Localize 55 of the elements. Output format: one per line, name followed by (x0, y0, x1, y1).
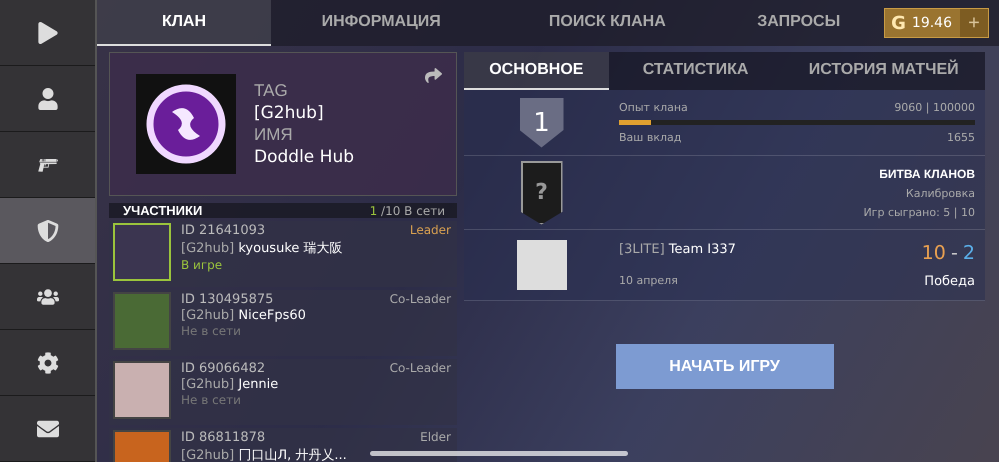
sidebar-item[interactable] (0, 330, 95, 396)
member-status: В игре (181, 258, 224, 272)
match-score: 10 - 2 (922, 242, 975, 264)
member-role: Co-Leader (390, 361, 451, 376)
tab[interactable]: КЛАН (97, 0, 271, 46)
xp-label: Опыт клана (619, 101, 688, 114)
match-date: 10 апреля (619, 274, 678, 288)
tab[interactable]: СТАТИСТИКА (608, 52, 782, 90)
member-id: ID 86811878 (181, 430, 266, 445)
tag-label: TAG (254, 81, 289, 101)
online-count: 1 /10 В сети (370, 204, 445, 218)
currency-amount: 19.46 (912, 15, 953, 31)
contribution-value: 1655 (947, 131, 975, 144)
rank-number: 1 (533, 108, 550, 138)
member-status: Не в сети (181, 393, 242, 407)
tab[interactable]: ЗАПРОСЫ (723, 0, 874, 46)
member-name: [G2hub] Jennie (181, 377, 280, 392)
member-name: [G2hub] kyousuke 瑞大阪 (181, 240, 344, 257)
play-icon (36, 22, 58, 44)
shield-icon (36, 220, 58, 242)
sidebar-item[interactable] (0, 66, 95, 132)
member-role: Co-Leader (390, 292, 451, 307)
tab[interactable]: ИНФОРМАЦИЯ (270, 0, 492, 46)
team-name: [3LITE] Team I337 (619, 242, 736, 258)
clan-tag: [G2hub] (254, 103, 354, 123)
member-role: Elder (420, 430, 451, 445)
name-label: ИМЯ (254, 125, 294, 145)
clan-name: Doddle Hub (254, 147, 354, 167)
team-avatar-placeholder (516, 240, 566, 290)
settings-icon (36, 352, 58, 374)
member-name: [G2hub] 冂口山Л, 廾丹乂... (181, 447, 348, 462)
battle-title: БИТВА КЛАНОВ (879, 166, 975, 180)
currency-symbol: G (890, 12, 907, 34)
add-button[interactable]: + (960, 9, 988, 37)
members-title: УЧАСТНИКИ (123, 203, 202, 218)
member-name: [G2hub] NiceFps60 (181, 308, 307, 323)
member-status: Не в сети (181, 324, 242, 338)
sidebar-item[interactable] (0, 264, 95, 330)
battle-status: Калибровка (906, 186, 975, 200)
badge-mark: ? (535, 180, 548, 205)
match-result: Победа (924, 274, 975, 288)
member-id: ID 21641093 (181, 223, 266, 238)
sidebar-item[interactable] (0, 396, 95, 462)
games-played: Игр сыграно: 5 | 10 (863, 206, 975, 218)
tab[interactable]: ОСНОВНОЕ (464, 52, 609, 90)
xp-value: 9060 | 100000 (894, 101, 975, 114)
member-id: ID 69066482 (181, 361, 266, 376)
member-id: ID 130495875 (181, 292, 274, 307)
sidebar-item[interactable] (0, 0, 95, 66)
sidebar-item[interactable] (0, 198, 95, 264)
tab[interactable]: ПОИСК КЛАНА (491, 0, 724, 46)
profile-icon (36, 88, 58, 110)
member-role: Leader (410, 223, 451, 238)
tab[interactable]: ИСТОРИЯ МАТЧЕЙ (782, 52, 985, 90)
contribution-label: Ваш вклад (619, 131, 682, 144)
